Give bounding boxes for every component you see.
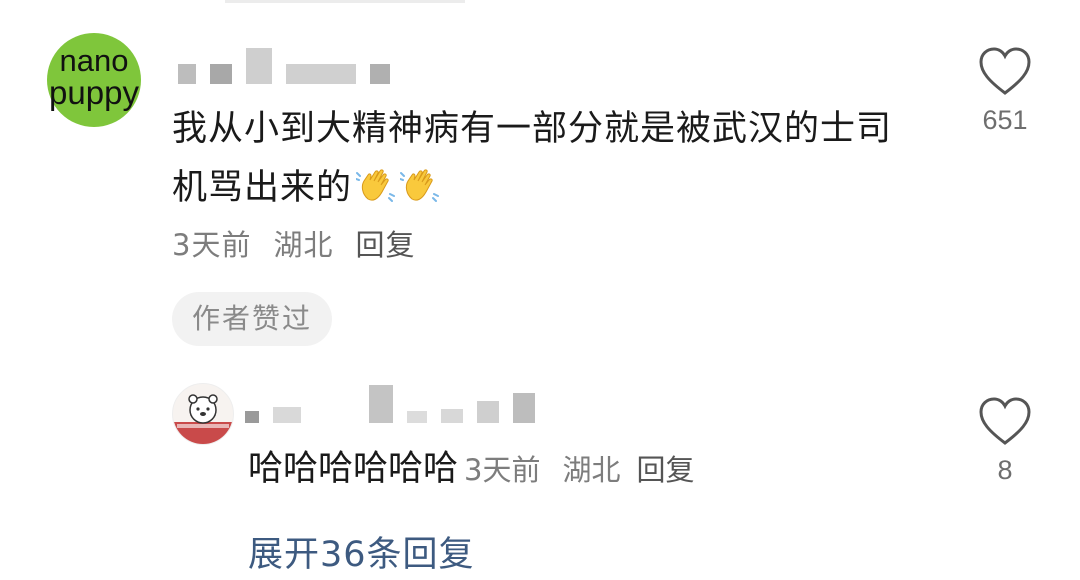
- reply-reply-button[interactable]: 回复: [636, 443, 694, 497]
- waving-hand-icon: [400, 169, 440, 202]
- reply-content: 哈哈哈哈哈哈 3天前 湖北 回复: [248, 442, 695, 497]
- comment-time: 3天前: [172, 228, 252, 262]
- bear-sticker-icon: [173, 394, 233, 444]
- reply-location: 湖北: [562, 453, 621, 487]
- username-blurred[interactable]: [178, 44, 390, 84]
- reply-avatar[interactable]: [172, 383, 234, 445]
- comment-meta: 3天前 湖北 回复: [172, 222, 415, 264]
- like-button[interactable]: 651: [975, 45, 1035, 136]
- heart-icon: [979, 47, 1031, 95]
- reply-like-count: 8: [997, 455, 1013, 485]
- comment-body: 我从小到大精神病有一部分就是被武汉的士司机骂出来的: [172, 109, 893, 208]
- comment-location: 湖北: [273, 228, 334, 262]
- reply-text: 哈哈哈哈哈哈: [248, 449, 459, 489]
- heart-icon: [979, 397, 1031, 445]
- waving-hand-icon: [356, 169, 396, 202]
- avatar-text-line1: nano: [59, 43, 129, 78]
- author-liked-badge: 作者赞过: [172, 292, 333, 346]
- expand-replies-link[interactable]: 展开36条回复: [248, 526, 475, 577]
- avatar-text-line2: puppy: [49, 74, 139, 111]
- reply-time: 3天前: [464, 453, 541, 487]
- reply-username-blurred[interactable]: [245, 383, 535, 423]
- divider: [225, 0, 465, 3]
- avatar[interactable]: nano puppy: [47, 33, 141, 127]
- reply-like-button[interactable]: 8: [975, 395, 1035, 486]
- like-count: 651: [982, 105, 1028, 135]
- comment-text: 我从小到大精神病有一部分就是被武汉的士司机骂出来的: [172, 100, 912, 218]
- reply-button[interactable]: 回复: [355, 222, 415, 264]
